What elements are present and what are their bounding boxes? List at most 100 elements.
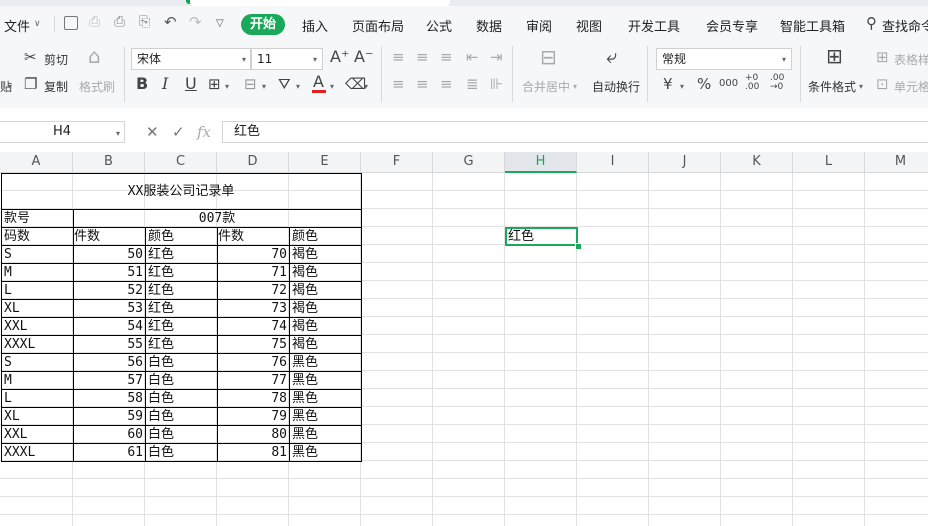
column-header-k[interactable]: K xyxy=(721,152,793,173)
quantity-cell[interactable]: 71 xyxy=(218,264,287,282)
quantity-cell[interactable]: 57 xyxy=(74,372,143,390)
color-cell[interactable]: 黑色 xyxy=(292,408,318,426)
cancel-icon[interactable]: ✕ xyxy=(146,123,159,141)
chevron-down-icon[interactable]: ▾ xyxy=(116,129,120,138)
tab-view[interactable]: 视图 xyxy=(576,16,602,35)
formula-input[interactable]: 红色 xyxy=(222,121,928,143)
quantity-cell[interactable]: 60 xyxy=(74,426,143,444)
tab-data[interactable]: 数据 xyxy=(476,16,502,35)
color-cell[interactable]: 褐色 xyxy=(292,300,318,318)
quantity-cell[interactable]: 58 xyxy=(74,390,143,408)
size-cell[interactable]: S xyxy=(4,246,12,264)
size-cell[interactable]: L xyxy=(4,390,12,408)
quantity-cell[interactable]: 79 xyxy=(218,408,287,426)
quantity-cell[interactable]: 59 xyxy=(74,408,143,426)
name-box[interactable]: H4 xyxy=(0,121,125,143)
chevron-down-icon[interactable]: ▾ xyxy=(573,82,577,91)
chevron-down-icon[interactable]: ▾ xyxy=(313,55,317,64)
bold-icon[interactable]: B xyxy=(136,76,148,92)
color-cell[interactable]: 黑色 xyxy=(292,444,318,462)
color-cell[interactable]: 白色 xyxy=(148,444,174,462)
conditional-format-button[interactable]: 条件格式 xyxy=(808,78,856,95)
color-cell[interactable]: 红色 xyxy=(148,264,174,282)
undo-icon[interactable]: ↶ xyxy=(164,13,177,31)
quick-access-dropdown-icon[interactable]: ▽ xyxy=(216,18,224,29)
cell-style-button[interactable]: 单元格 xyxy=(894,78,928,95)
quantity-cell[interactable]: 55 xyxy=(74,336,143,354)
quantity-cell[interactable]: 76 xyxy=(218,354,287,372)
header-cell[interactable]: 件数 xyxy=(74,228,100,246)
quantity-cell[interactable]: 51 xyxy=(74,264,143,282)
header-cell[interactable]: 颜色 xyxy=(292,228,318,246)
currency-icon[interactable]: ¥ xyxy=(663,76,673,92)
color-cell[interactable]: 白色 xyxy=(148,372,174,390)
italic-icon[interactable]: I xyxy=(162,76,168,92)
underline-icon[interactable]: U xyxy=(185,76,197,92)
column-header-a[interactable]: A xyxy=(0,152,73,173)
fill-handle[interactable] xyxy=(575,243,582,250)
tab-page-layout[interactable]: 页面布局 xyxy=(352,16,404,35)
size-cell[interactable]: L xyxy=(4,282,12,300)
color-cell[interactable]: 褐色 xyxy=(292,246,318,264)
column-header-d[interactable]: D xyxy=(217,152,289,173)
chevron-down-icon[interactable]: ▾ xyxy=(242,55,246,64)
chevron-down-icon[interactable]: ▾ xyxy=(364,82,368,91)
align-top-icon[interactable]: ≡ xyxy=(392,49,405,65)
chevron-down-icon[interactable]: ▾ xyxy=(680,82,684,91)
decrease-decimal-icon[interactable]: .00 →0 xyxy=(770,74,784,92)
color-cell[interactable]: 黑色 xyxy=(292,354,318,372)
column-header-g[interactable]: G xyxy=(433,152,505,173)
column-header-m[interactable]: M xyxy=(865,152,928,173)
quantity-cell[interactable]: 50 xyxy=(74,246,143,264)
color-cell[interactable]: 白色 xyxy=(148,408,174,426)
column-header-h[interactable]: H xyxy=(505,152,577,173)
increase-font-icon[interactable]: A⁺ xyxy=(330,49,349,65)
color-cell[interactable]: 褐色 xyxy=(292,336,318,354)
font-color-icon[interactable]: A xyxy=(313,74,324,90)
wrap-text-button[interactable]: 自动换行 xyxy=(592,78,640,95)
print-preview-icon[interactable]: ⎙ xyxy=(89,14,100,30)
tab-smart-toolbox[interactable]: 智能工具箱 xyxy=(780,16,845,35)
tab-insert[interactable]: 插入 xyxy=(302,16,328,35)
column-header-j[interactable]: J xyxy=(649,152,721,173)
chevron-down-icon[interactable]: ▾ xyxy=(8,82,12,91)
tab-member[interactable]: 会员专享 xyxy=(706,16,758,35)
chevron-down-icon[interactable]: ▾ xyxy=(330,82,334,91)
chevron-down-icon[interactable]: ▾ xyxy=(782,55,786,64)
column-header-b[interactable]: B xyxy=(73,152,145,173)
color-cell[interactable]: 黑色 xyxy=(292,426,318,444)
tab-formulas[interactable]: 公式 xyxy=(426,16,452,35)
align-left-icon[interactable]: ≡ xyxy=(392,76,405,92)
column-header-i[interactable]: I xyxy=(577,152,649,173)
column-header-l[interactable]: L xyxy=(793,152,865,173)
justify-icon[interactable]: ≣ xyxy=(466,76,479,92)
quantity-cell[interactable]: 74 xyxy=(218,318,287,336)
tab-review[interactable]: 审阅 xyxy=(526,16,552,35)
increase-indent-icon[interactable]: ⇥ xyxy=(490,49,503,65)
align-center-icon[interactable]: ≡ xyxy=(416,76,429,92)
size-cell[interactable]: XL xyxy=(4,300,20,318)
color-cell[interactable]: 褐色 xyxy=(292,318,318,336)
header-cell[interactable]: 颜色 xyxy=(148,228,174,246)
align-bottom-icon[interactable]: ≡ xyxy=(440,49,453,65)
number-format-select[interactable]: 常规 xyxy=(656,48,792,70)
merge-center-button[interactable]: 合并居中 xyxy=(522,78,570,95)
decrease-font-icon[interactable]: A⁻ xyxy=(354,49,373,65)
fx-icon[interactable]: fx xyxy=(197,123,211,141)
column-header-e[interactable]: E xyxy=(289,152,361,173)
size-cell[interactable]: XL xyxy=(4,408,20,426)
size-cell[interactable]: XXXL xyxy=(4,336,35,354)
distributed-icon[interactable]: ⊪ xyxy=(490,76,503,92)
borders-icon[interactable]: ⊞ xyxy=(208,76,221,92)
quantity-cell[interactable]: 52 xyxy=(74,282,143,300)
color-cell[interactable]: 黑色 xyxy=(292,372,318,390)
chevron-down-icon[interactable]: ▾ xyxy=(262,82,266,91)
color-cell[interactable]: 白色 xyxy=(148,354,174,372)
quantity-cell[interactable]: 80 xyxy=(218,426,287,444)
quantity-cell[interactable]: 75 xyxy=(218,336,287,354)
size-cell[interactable]: M xyxy=(4,372,12,390)
sheet-title[interactable]: XX服装公司记录单 xyxy=(2,183,360,201)
format-painter-button[interactable]: 格式刷 xyxy=(79,78,115,95)
tab-developer[interactable]: 开发工具 xyxy=(628,16,680,35)
copy-button[interactable]: 复制 xyxy=(44,78,68,95)
